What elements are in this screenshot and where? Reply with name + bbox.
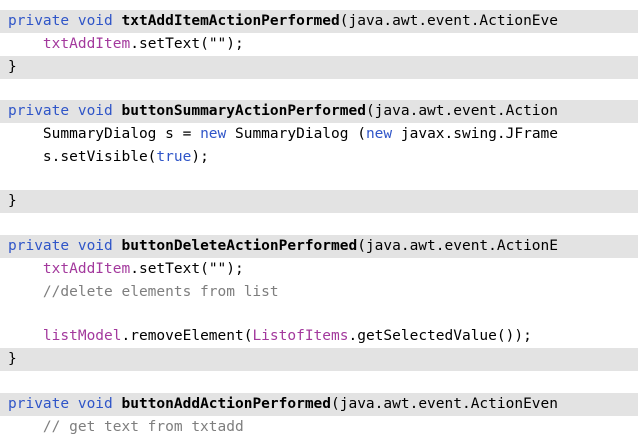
code-text: .setText( bbox=[130, 36, 209, 52]
code-line-comment[interactable]: // get text from txtadd bbox=[0, 416, 638, 437]
code-text: SummaryDialog s = bbox=[42, 126, 201, 142]
code-editor[interactable]: private void txtAddItemActionPerformed(j… bbox=[0, 0, 638, 437]
code-line[interactable]: txtAddItem.setText(""); bbox=[0, 258, 638, 281]
code-text: ); bbox=[226, 36, 244, 52]
method-name: buttonAddActionPerformed bbox=[121, 396, 332, 412]
closing-brace: } bbox=[8, 351, 17, 367]
code-text: s.setVisible( bbox=[42, 149, 157, 165]
keyword-private: private bbox=[8, 238, 70, 254]
field-name: listModel bbox=[42, 328, 122, 344]
closing-brace: } bbox=[8, 193, 17, 209]
keyword-void: void bbox=[77, 103, 113, 119]
code-text: javax.swing.JFrame bbox=[392, 126, 559, 142]
code-text: ); bbox=[191, 149, 209, 165]
code-line-comment[interactable]: //delete elements from list bbox=[0, 281, 638, 304]
code-line-signature[interactable]: private void txtAddItemActionPerformed(j… bbox=[0, 10, 638, 33]
method-name: txtAddItemActionPerformed bbox=[121, 13, 340, 29]
code-text: ); bbox=[226, 261, 244, 277]
closing-brace: } bbox=[8, 59, 17, 75]
method-name: buttonDeleteActionPerformed bbox=[121, 238, 358, 254]
string-literal: "" bbox=[208, 261, 227, 277]
code-comment: // get text from txtadd bbox=[42, 419, 244, 435]
code-text: (java.awt.event.ActionEven bbox=[331, 396, 558, 412]
code-line[interactable]: listModel.removeElement(ListofItems.getS… bbox=[0, 325, 638, 348]
keyword-private: private bbox=[8, 103, 70, 119]
field-name: ListofItems bbox=[252, 328, 349, 344]
keyword-void: void bbox=[77, 396, 113, 412]
code-line-signature[interactable]: private void buttonAddActionPerformed(ja… bbox=[0, 393, 638, 416]
code-text: .getSelectedValue()); bbox=[348, 328, 532, 344]
code-line-signature[interactable]: private void buttonDeleteActionPerformed… bbox=[0, 235, 638, 258]
code-comment: //delete elements from list bbox=[42, 284, 279, 300]
code-text: (java.awt.event.Action bbox=[365, 103, 558, 119]
code-line-close[interactable]: } bbox=[0, 190, 638, 213]
code-line-close[interactable]: } bbox=[0, 56, 638, 79]
code-line-close[interactable]: } bbox=[0, 348, 638, 371]
code-text: .setText( bbox=[130, 261, 209, 277]
keyword-true: true bbox=[156, 149, 192, 165]
code-line-signature[interactable]: private void buttonSummaryActionPerforme… bbox=[0, 100, 638, 123]
code-line[interactable]: txtAddItem.setText(""); bbox=[0, 33, 638, 56]
keyword-void: void bbox=[77, 13, 113, 29]
string-literal: "" bbox=[208, 36, 227, 52]
keyword-void: void bbox=[77, 238, 113, 254]
code-text: SummaryDialog ( bbox=[226, 126, 366, 142]
field-name: txtAddItem bbox=[42, 261, 131, 277]
code-text: (java.awt.event.ActionE bbox=[357, 238, 558, 254]
keyword-private: private bbox=[8, 396, 70, 412]
code-line[interactable]: s.setVisible(true); bbox=[0, 146, 638, 169]
keyword-new: new bbox=[200, 126, 227, 142]
keyword-private: private bbox=[8, 13, 70, 29]
keyword-new: new bbox=[365, 126, 393, 142]
code-line[interactable]: SummaryDialog s = new SummaryDialog (new… bbox=[0, 123, 638, 146]
code-text: .removeElement( bbox=[121, 328, 253, 344]
method-name: buttonSummaryActionPerformed bbox=[121, 103, 366, 119]
field-name: txtAddItem bbox=[42, 36, 131, 52]
code-text: (java.awt.event.ActionEve bbox=[339, 13, 558, 29]
